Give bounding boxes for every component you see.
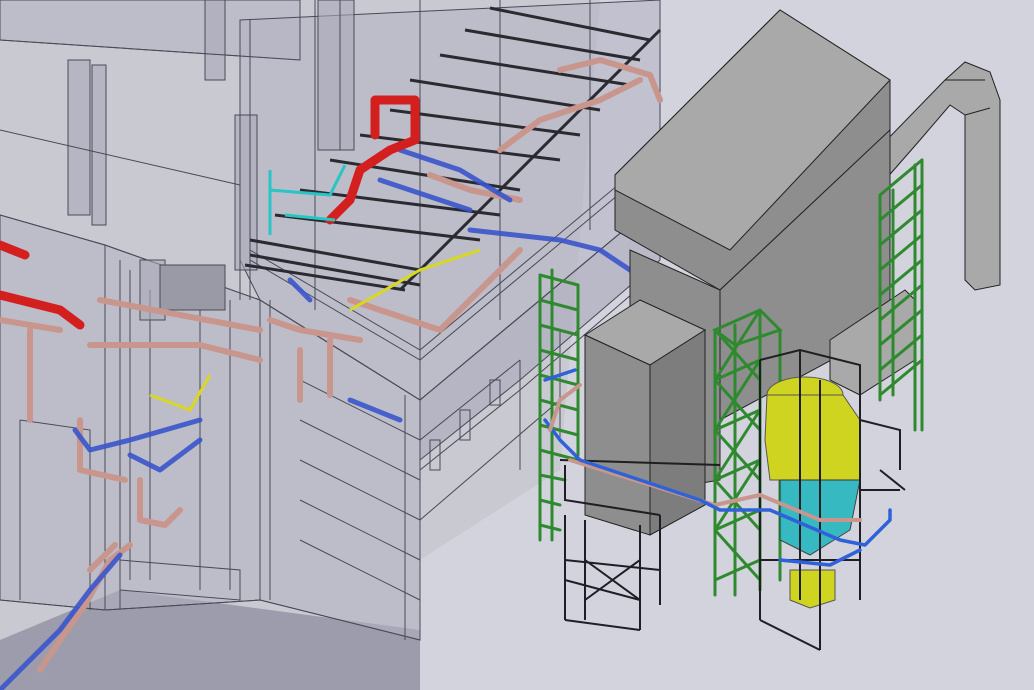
plant-3d-model — [0, 0, 1034, 690]
cad-viewport[interactable] — [0, 0, 1034, 690]
side-cabinet — [583, 299, 707, 536]
